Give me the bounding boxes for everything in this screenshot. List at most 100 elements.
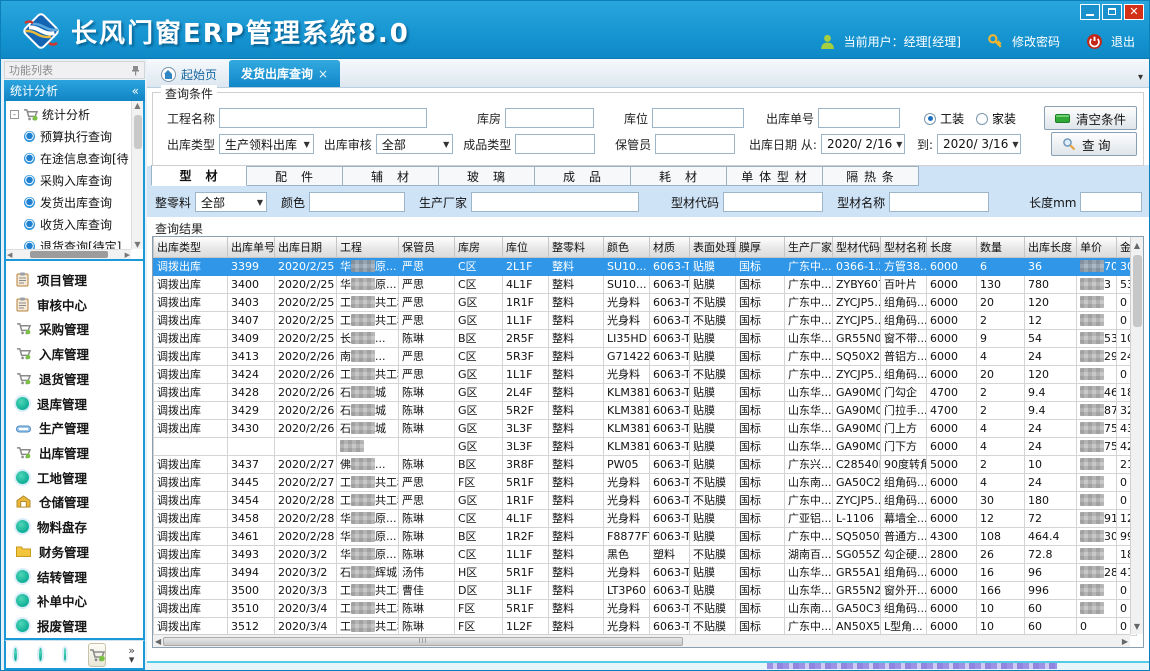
material-tab-3[interactable]: 辅 材 (343, 166, 439, 186)
column-header[interactable]: 生产厂家 (785, 237, 833, 257)
sidebar-item-审核中心[interactable]: 审核中心 (16, 292, 143, 317)
table-row[interactable]: 调拨出库34282020/2/26石城陈琳G区2L4F整料KLM38176063… (154, 383, 1137, 401)
color-input[interactable] (309, 192, 405, 212)
footer-circle-icon[interactable] (39, 648, 42, 661)
tree-item[interactable]: 收货入库查询 (10, 213, 131, 235)
grid-horizontal-scrollbar[interactable]: ◀ III ▶ (153, 634, 1130, 647)
tab-shipment-query[interactable]: 发货出库查询 × (229, 60, 340, 87)
scroll-right-icon[interactable]: ▶ (125, 251, 130, 259)
material-tab-2[interactable]: 配 件 (247, 166, 343, 186)
column-header[interactable]: 出库单号 (228, 237, 275, 257)
zero-select[interactable]: 全部▼ (195, 192, 267, 212)
table-row[interactable]: 调拨出库34612020/2/28华原...陈琳B区1R2F整料F8877FT6… (154, 527, 1137, 545)
material-tab-8[interactable]: 隔 热 条 (823, 166, 919, 186)
sidebar-item-入库管理[interactable]: 入库管理 (16, 341, 143, 366)
material-tab-5[interactable]: 成 品 (535, 166, 631, 186)
pin-icon[interactable] (131, 65, 140, 76)
profile-name-input[interactable] (889, 192, 989, 212)
sidebar-item-报废管理[interactable]: 报废管理 (16, 613, 143, 638)
table-row[interactable]: 调拨出库35002020/3/3工共工程曹佳D区3L1F整料LT3P606063… (154, 581, 1137, 599)
table-row[interactable]: 调拨出库34072020/2/25工共工程严思G区1L1F整料光身料6063-T… (154, 311, 1137, 329)
profile-code-input[interactable] (723, 192, 823, 212)
sidebar-item-出库管理[interactable]: 出库管理 (16, 440, 143, 465)
audit-select[interactable]: 全部▼ (376, 134, 453, 154)
tree-item[interactable]: 采购入库查询 (10, 169, 131, 191)
location-input[interactable] (652, 108, 744, 128)
scroll-down-icon[interactable]: ▼ (1134, 618, 1140, 634)
table-row[interactable]: 调拨出库35102020/3/4工共工程陈琳F区5R1F整料光身料6063-T5… (154, 599, 1137, 617)
material-tab-4[interactable]: 玻 璃 (439, 166, 535, 186)
sidebar-item-项目管理[interactable]: 项目管理 (16, 267, 143, 292)
column-header[interactable]: 库房 (455, 237, 503, 257)
sidebar-item-物料盘存[interactable]: 物料盘存 (16, 514, 143, 539)
sidebar-item-补单中心[interactable]: 补单中心 (16, 589, 143, 614)
maximize-button[interactable] (1102, 4, 1122, 20)
column-header[interactable]: 颜色 (604, 237, 650, 257)
table-row[interactable]: 调拨出库34452020/2/27工共工程严思F区5R1F整料光身料6063-T… (154, 473, 1137, 491)
table-row[interactable]: 调拨出库34132020/2/26南...严思C区5R3F整料G71422606… (154, 347, 1137, 365)
minimize-button[interactable] (1080, 4, 1100, 20)
column-header[interactable]: 库位 (503, 237, 549, 257)
column-header[interactable]: 单价 (1077, 237, 1117, 257)
close-button[interactable]: ✕ (1124, 4, 1144, 20)
radio-jiazhuang[interactable]: 家装 (976, 110, 1016, 127)
sidebar-item-仓储管理[interactable]: 仓储管理 (16, 490, 143, 515)
tree-item[interactable]: 退货查询[待定] (10, 235, 131, 249)
length-input[interactable] (1080, 192, 1142, 212)
column-header[interactable]: 材质 (650, 237, 690, 257)
column-header[interactable]: 表面处理 (690, 237, 736, 257)
table-row[interactable]: 调拨出库34002020/2/25华原...严思C区4L1F整料SU10...6… (154, 275, 1137, 293)
project-name-input[interactable] (219, 108, 427, 128)
tree-horizontal-scrollbar[interactable]: ◀ ▶ (6, 249, 131, 259)
column-header[interactable]: 出库日期 (275, 237, 337, 257)
tree-item[interactable]: 发货出库查询 (10, 191, 131, 213)
table-row[interactable]: 调拨出库34932020/3/2华原...陈琳C区1L1F整料黑色塑料不贴膜国标… (154, 545, 1137, 563)
table-row[interactable]: 调拨出库34372020/2/27佛...陈琳B区3R8F整料PW056063-… (154, 455, 1137, 473)
tree-expander-icon[interactable]: - (10, 110, 19, 119)
material-tab-1[interactable]: 型 材 (151, 165, 247, 186)
grid-vertical-scrollbar[interactable]: ▲ ▼ (1130, 237, 1143, 634)
sidebar-item-采购管理[interactable]: 采购管理 (16, 316, 143, 341)
collapse-icon[interactable]: « (132, 84, 139, 98)
table-row[interactable]: 调拨出库34542020/2/28工共工程严思G区1R1F整料光身料6063-T… (154, 491, 1137, 509)
table-row[interactable]: 调拨出库34942020/3/2石辉城汤伟H区5R1F整料光身料6063-T5贴… (154, 563, 1137, 581)
table-row[interactable]: G区3L3F整料KLM38176063-T5贴膜国标山东华...GA90M09.… (154, 437, 1137, 455)
column-header[interactable]: 型材名称 (881, 237, 927, 257)
scroll-right-icon[interactable]: ▶ (1122, 637, 1128, 646)
column-header[interactable]: 数量 (977, 237, 1025, 257)
keeper-input[interactable] (655, 134, 735, 154)
overflow-button[interactable]: »▾ (128, 646, 135, 664)
column-header[interactable]: 整零料 (549, 237, 604, 257)
scroll-down-icon[interactable]: ▼ (134, 240, 140, 249)
table-row[interactable]: 调拨出库34032020/2/25工共工程严思G区1R1F整料光身料6063-T… (154, 293, 1137, 311)
footer-circle-icon[interactable] (14, 648, 17, 661)
table-row[interactable]: 调拨出库34092020/2/25长...陈琳B区2R5F整料LI35HD606… (154, 329, 1137, 347)
column-header[interactable]: 长度 (927, 237, 977, 257)
radio-gongzhuang[interactable]: 工装 (924, 110, 964, 127)
date-from-picker[interactable]: 2020/ 2/16▼ (821, 134, 905, 154)
table-row[interactable]: 调拨出库33992020/2/25华原...严思C区2L1F整料SU10...6… (154, 257, 1137, 275)
warehouse-input[interactable] (505, 108, 594, 128)
table-row[interactable]: 调拨出库35122020/3/4工共工程陈琳F区1L2F整料光身料6063-T5… (154, 617, 1137, 635)
material-tab-6[interactable]: 耗 材 (631, 166, 727, 186)
outbound-type-select[interactable]: 生产领料出库▼ (219, 134, 314, 154)
column-header[interactable]: 型材代码 (833, 237, 881, 257)
factory-input[interactable] (471, 192, 639, 212)
footer-circle-icon[interactable] (64, 648, 67, 661)
column-header[interactable]: 出库长度 (1025, 237, 1077, 257)
order-no-input[interactable] (818, 108, 900, 128)
sidebar-item-财务管理[interactable]: 财务管理 (16, 539, 143, 564)
scroll-left-icon[interactable]: ◀ (7, 251, 12, 259)
tree-vertical-scrollbar[interactable]: ▲ ▼ (131, 101, 143, 249)
sidebar-item-结转管理[interactable]: 结转管理 (16, 564, 143, 589)
table-row[interactable]: 调拨出库34292020/2/26石城陈琳G区5R2F整料KLM38176063… (154, 401, 1137, 419)
scroll-up-icon[interactable]: ▲ (1134, 237, 1140, 253)
tab-home[interactable]: 起始页 (149, 61, 229, 87)
product-type-input[interactable] (515, 134, 595, 154)
change-password-link[interactable]: 修改密码 (1012, 33, 1060, 50)
footer-cart-button[interactable] (88, 643, 106, 667)
group-bar-statistics[interactable]: 统计分析 « (4, 80, 145, 101)
logout-link[interactable]: 退出 (1111, 33, 1135, 50)
column-header[interactable]: 工程 (337, 237, 399, 257)
sidebar-item-工地管理[interactable]: 工地管理 (16, 465, 143, 490)
